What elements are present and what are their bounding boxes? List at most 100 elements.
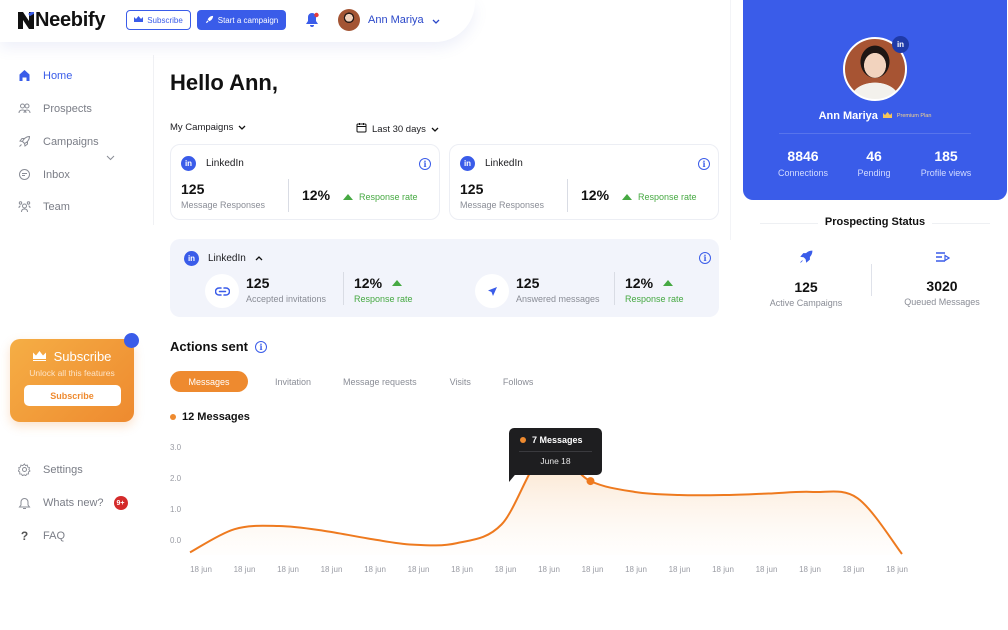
subscribe-card-title: Subscribe bbox=[53, 349, 112, 364]
info-icon[interactable]: i bbox=[419, 158, 431, 170]
home-icon bbox=[19, 70, 30, 81]
legend-label: 12 Messages bbox=[182, 411, 250, 423]
queue-icon bbox=[935, 250, 950, 267]
sidebar-item-faq[interactable]: ? FAQ bbox=[18, 529, 65, 543]
chevron-up-icon bbox=[255, 253, 263, 264]
sidebar-item-campaigns[interactable]: Campaigns bbox=[18, 135, 99, 148]
sidebar-divider bbox=[153, 55, 154, 225]
legend-dot bbox=[170, 414, 176, 420]
page-title: Hello Ann, bbox=[170, 70, 278, 95]
top-header: Neebify Subscribe Start a campaign Ann M… bbox=[0, 0, 475, 42]
prospecting-stat-queued-messages: 3020 Queued Messages bbox=[887, 250, 997, 307]
prospecting-status-title: Prospecting Status bbox=[824, 216, 926, 228]
crown-icon bbox=[134, 15, 144, 25]
trend-up-icon bbox=[343, 194, 353, 200]
divider bbox=[343, 272, 344, 305]
stat-value: 125 bbox=[246, 275, 270, 291]
x-tick-label: 18 jun bbox=[495, 565, 517, 574]
rate-label: Response rate bbox=[354, 294, 413, 304]
linkedin-stat-card: in LinkedIn i 125 Message Responses 12% R… bbox=[449, 144, 719, 220]
divider bbox=[288, 179, 289, 212]
avatar bbox=[338, 9, 360, 31]
user-name: Ann Mariya bbox=[368, 14, 424, 26]
tooltip-pointer bbox=[509, 470, 519, 482]
tab-visits[interactable]: Visits bbox=[450, 371, 471, 392]
start-campaign-button[interactable]: Start a campaign bbox=[197, 10, 286, 30]
tab-follows[interactable]: Follows bbox=[503, 371, 534, 392]
plan-badge: Premium Plan bbox=[896, 113, 932, 119]
header-subscribe-button[interactable]: Subscribe bbox=[126, 10, 191, 30]
rocket-icon bbox=[205, 15, 214, 26]
tooltip-dot bbox=[520, 437, 526, 443]
stat-value: 125 bbox=[516, 275, 540, 291]
send-icon bbox=[475, 274, 509, 308]
subscribe-card-button[interactable]: Subscribe bbox=[23, 385, 121, 406]
tab-invitation[interactable]: Invitation bbox=[275, 371, 311, 392]
x-tick-label: 18 jun bbox=[538, 565, 560, 574]
stat-value: 125 bbox=[181, 181, 205, 197]
subscribe-card-subtitle: Unlock all this features bbox=[29, 368, 115, 378]
campaign-filter-dropdown[interactable]: My Campaigns bbox=[170, 122, 246, 133]
profile-name: Ann Mariya bbox=[818, 110, 878, 122]
prospecting-stat-active-campaigns: 125 Active Campaigns bbox=[751, 250, 861, 308]
y-tick-label: 3.0 bbox=[170, 443, 182, 452]
x-tick-label: 18 jun bbox=[408, 565, 430, 574]
notification-bell-icon[interactable] bbox=[305, 12, 319, 28]
profile-stat-views: 185 Profile views bbox=[920, 148, 972, 178]
x-tick-label: 18 jun bbox=[190, 565, 212, 574]
profile-stat-connections: 8846 Connections bbox=[777, 148, 829, 178]
app-logo[interactable]: Neebify bbox=[18, 9, 105, 32]
divider bbox=[567, 179, 568, 212]
x-tick-label: 18 jun bbox=[712, 565, 734, 574]
campaigns-expand-chevron-icon[interactable] bbox=[106, 148, 115, 166]
x-tick-label: 18 jun bbox=[277, 565, 299, 574]
linkedin-icon: in bbox=[460, 156, 475, 171]
chevron-down-icon bbox=[238, 122, 246, 133]
question-icon: ? bbox=[20, 529, 29, 543]
sidebar-item-settings[interactable]: Settings bbox=[18, 463, 83, 476]
users-icon bbox=[18, 103, 31, 114]
sidebar-item-home[interactable]: Home bbox=[18, 69, 72, 82]
linkedin-icon: in bbox=[181, 156, 196, 171]
team-icon bbox=[18, 201, 31, 213]
stat-percent: 12% bbox=[581, 187, 610, 203]
linkedin-detail-panel: in LinkedIn i 125 Accepted invitations 1… bbox=[170, 239, 719, 317]
stat-value: 125 bbox=[460, 181, 484, 197]
x-tick-label: 18 jun bbox=[234, 565, 256, 574]
sidebar-item-inbox[interactable]: Inbox bbox=[18, 168, 70, 181]
tab-message-requests[interactable]: Message requests bbox=[343, 371, 417, 392]
x-tick-label: 18 jun bbox=[843, 565, 865, 574]
stat-percent: 12% bbox=[354, 275, 383, 291]
subscribe-card-indicator-dot bbox=[124, 333, 139, 348]
highlighted-data-point[interactable] bbox=[586, 477, 595, 486]
trend-up-icon bbox=[392, 280, 403, 286]
tab-messages[interactable]: Messages bbox=[170, 371, 248, 392]
x-tick-label: 18 jun bbox=[451, 565, 473, 574]
y-tick-label: 0.0 bbox=[170, 536, 182, 545]
x-tick-label: 18 jun bbox=[756, 565, 778, 574]
sidebar-item-team[interactable]: Team bbox=[18, 200, 70, 213]
whats-new-badge: 9+ bbox=[113, 496, 128, 510]
x-tick-label: 18 jun bbox=[669, 565, 691, 574]
bell-icon bbox=[18, 497, 31, 509]
linkedin-stat-card: in LinkedIn i 125 Message Responses 12% R… bbox=[170, 144, 440, 220]
x-tick-label: 18 jun bbox=[582, 565, 604, 574]
x-tick-label: 18 jun bbox=[364, 565, 386, 574]
info-icon[interactable]: i bbox=[698, 158, 710, 170]
user-menu[interactable]: Ann Mariya bbox=[338, 9, 440, 31]
linkedin-icon: in bbox=[184, 251, 199, 266]
chart-legend: Messages 12 Messages bbox=[170, 411, 250, 423]
info-icon[interactable]: i bbox=[699, 252, 711, 264]
profile-stat-pending: 46 Pending bbox=[857, 148, 891, 178]
sidebar-item-prospects[interactable]: Prospects bbox=[18, 102, 92, 115]
logo-mark-icon bbox=[18, 10, 35, 29]
linkedin-panel-toggle[interactable]: in LinkedIn bbox=[184, 251, 263, 266]
info-icon[interactable]: i bbox=[255, 341, 267, 353]
stat-percent: 12% bbox=[302, 187, 331, 203]
date-filter-dropdown[interactable]: Last 30 days bbox=[356, 122, 439, 136]
y-tick-label: 1.0 bbox=[170, 505, 182, 514]
x-tick-label: 18 jun bbox=[886, 565, 908, 574]
stat-label: Message Responses bbox=[460, 200, 545, 210]
rocket-icon bbox=[799, 250, 813, 268]
sidebar-item-whats-new[interactable]: Whats new? 9+ bbox=[18, 496, 128, 510]
